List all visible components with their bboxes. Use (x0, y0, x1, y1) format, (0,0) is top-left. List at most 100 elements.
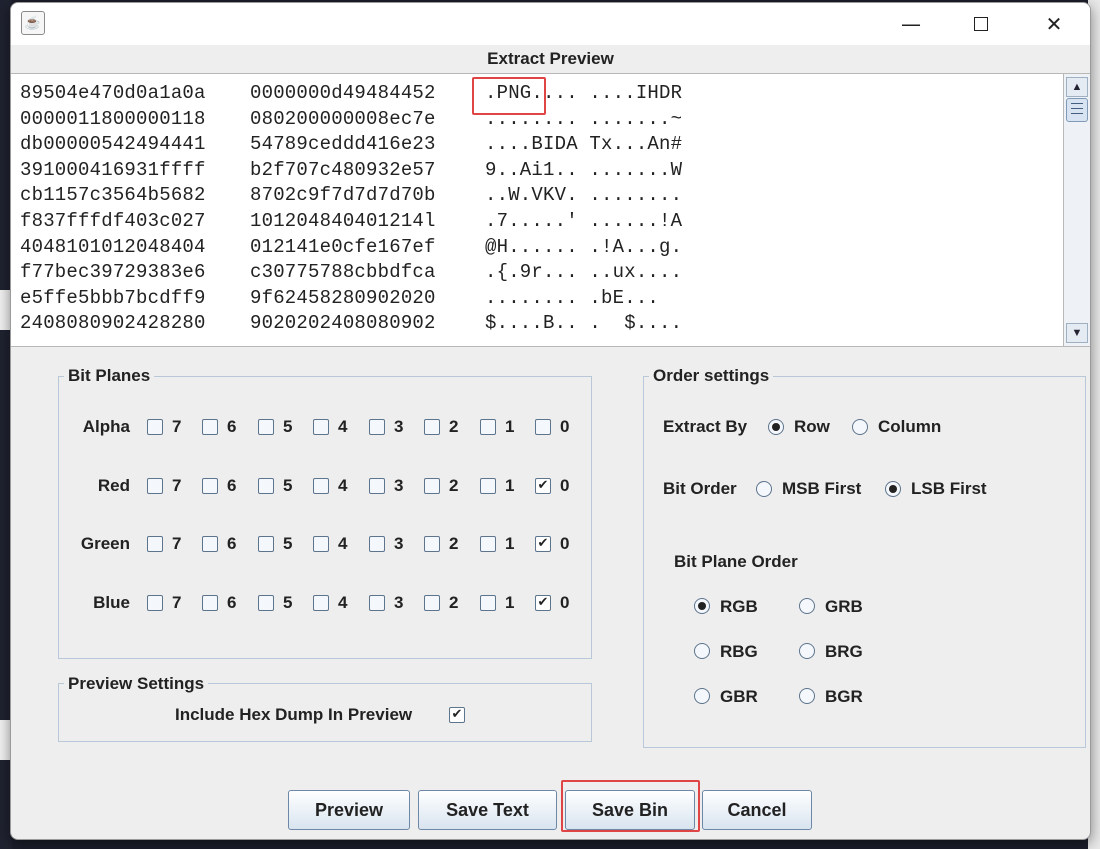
bit-plane-checkbox[interactable] (369, 595, 385, 611)
plane-order-bgr-label: BGR (825, 687, 863, 706)
include-hex-dump-label: Include Hex Dump In Preview (175, 705, 413, 724)
bit-number-label: 2 (449, 534, 459, 553)
ascii-text: .PNG.... ....IHDR (485, 82, 683, 104)
bit-number-label: 1 (505, 417, 515, 436)
checkmark-icon: ✔ (451, 707, 463, 722)
bit-plane-checkbox[interactable] (147, 536, 163, 552)
bit-plane-checkbox[interactable] (202, 536, 218, 552)
plane-order-brg-radio[interactable] (799, 643, 815, 659)
extract-preview-area[interactable]: 89504e470d0a1a0a 0000000d49484452 .PNG....… (11, 73, 1063, 347)
hex-line: cb1157c3564b5682 8702c9f7d7d7d70b ..W.VKV.… (20, 184, 682, 206)
ascii-text: @H...... .!A...g. (485, 235, 683, 258)
extract-by-row-radio[interactable] (768, 419, 784, 435)
preview-scrollbar[interactable]: ▲ ▼ (1063, 73, 1090, 347)
plane-order-grb-radio[interactable] (799, 598, 815, 614)
bit-plane-checkbox[interactable] (202, 478, 218, 494)
title-bar: ☕ — ✕ (11, 3, 1090, 45)
hex-bytes-2: 9f62458280902020 (250, 286, 436, 309)
close-button[interactable]: ✕ (1031, 3, 1077, 45)
ascii-text: 9..Ai1.. .......W (485, 158, 683, 181)
bit-plane-checkbox[interactable] (480, 595, 496, 611)
bit-plane-row-label: Green (80, 534, 130, 553)
bit-number-label: 2 (449, 476, 459, 495)
include-hex-dump-checkbox[interactable]: ✔ (449, 707, 465, 723)
bit-plane-checkbox[interactable]: ✔ (535, 595, 551, 611)
bit-plane-checkbox[interactable] (535, 419, 551, 435)
bit-number-label: 0 (560, 534, 570, 553)
plane-order-gbr-radio[interactable] (694, 688, 710, 704)
bit-plane-checkbox[interactable] (147, 419, 163, 435)
minimize-icon: — (901, 12, 921, 36)
hex-line: 89504e470d0a1a0a 0000000d49484452 .PNG....… (20, 82, 682, 104)
bit-plane-checkbox[interactable] (147, 478, 163, 494)
plane-order-rgb-radio[interactable] (694, 598, 710, 614)
bit-plane-checkbox[interactable] (369, 536, 385, 552)
bit-plane-row-label: Red (97, 476, 130, 495)
bit-order-msb-radio[interactable] (756, 481, 772, 497)
plane-order-bgr-radio[interactable] (799, 688, 815, 704)
hex-bytes-1: 4048101012048404 (20, 235, 206, 258)
bit-number-label: 7 (172, 476, 182, 495)
bit-plane-checkbox[interactable] (424, 478, 440, 494)
save-bin-highlight (561, 780, 700, 832)
bit-plane-checkbox[interactable] (480, 478, 496, 494)
bit-plane-checkbox[interactable]: ✔ (535, 536, 551, 552)
bit-order-lsb-radio[interactable] (885, 481, 901, 497)
bit-number-label: 5 (283, 476, 293, 495)
plane-order-rbg-label: RBG (720, 642, 758, 661)
hex-bytes-1: 2408080902428280 (20, 312, 206, 335)
bit-number-label: 7 (172, 417, 182, 436)
bit-plane-checkbox[interactable] (424, 536, 440, 552)
bit-number-label: 1 (505, 534, 515, 553)
bit-plane-checkbox[interactable] (313, 536, 329, 552)
bit-plane-checkbox[interactable] (258, 595, 274, 611)
preview-button[interactable]: Preview (288, 790, 410, 830)
bit-plane-checkbox[interactable] (202, 419, 218, 435)
plane-order-gbr-label: GBR (720, 687, 758, 706)
hex-bytes-1: f77bec39729383e6 (20, 261, 206, 284)
bit-plane-checkbox[interactable] (424, 419, 440, 435)
cancel-button[interactable]: Cancel (702, 790, 812, 830)
bit-plane-checkbox[interactable] (424, 595, 440, 611)
bit-plane-checkbox[interactable] (369, 478, 385, 494)
maximize-button[interactable] (958, 3, 1004, 45)
bit-plane-checkbox[interactable] (313, 419, 329, 435)
plane-order-rbg-radio[interactable] (694, 643, 710, 659)
scroll-up-arrow-icon[interactable]: ▲ (1066, 77, 1088, 97)
extract-by-label: Extract By (663, 417, 748, 436)
extract-by-column-radio[interactable] (852, 419, 868, 435)
checkmark-icon: ✔ (537, 478, 549, 493)
bit-number-label: 3 (394, 593, 404, 612)
bit-plane-checkbox[interactable] (369, 419, 385, 435)
bit-plane-order-label: Bit Plane Order (674, 552, 798, 571)
bit-plane-checkbox[interactable] (258, 536, 274, 552)
hex-bytes-1: 391000416931ffff (20, 158, 206, 181)
minimize-button[interactable]: — (888, 3, 934, 45)
bit-plane-checkbox[interactable]: ✔ (535, 478, 551, 494)
bit-number-label: 4 (338, 476, 348, 495)
java-coffee-icon: ☕ (21, 11, 45, 35)
bit-plane-checkbox[interactable] (147, 595, 163, 611)
hex-line: f77bec39729383e6 c30775788cbbdfca .{.9r...… (20, 261, 682, 284)
hex-bytes-1: 89504e470d0a1a0a (20, 82, 206, 104)
dialog-title: Extract Preview (487, 49, 614, 68)
bit-plane-checkbox[interactable] (258, 478, 274, 494)
hex-line: db00000542494441 54789ceddd416e23 ....BIDA… (20, 133, 682, 155)
plane-order-rgb-label: RGB (720, 597, 758, 616)
scroll-down-arrow-icon[interactable]: ▼ (1066, 323, 1088, 343)
bit-plane-checkbox[interactable] (202, 595, 218, 611)
ascii-text: ........ .......~ (485, 107, 683, 130)
scroll-thumb[interactable] (1066, 98, 1088, 122)
hex-bytes-1: 0000011800000118 (20, 107, 206, 130)
extract-by-row-label: Row (794, 417, 830, 436)
extract-preview-dialog: ☕ — ✕ Extract Preview 89504e470d0a1a0a 00… (10, 2, 1091, 840)
bit-plane-checkbox[interactable] (313, 478, 329, 494)
preview-settings-title: Preview Settings (64, 674, 209, 694)
ascii-text: ..W.VKV. ........ (485, 184, 683, 207)
bit-plane-checkbox[interactable] (313, 595, 329, 611)
save-text-button[interactable]: Save Text (418, 790, 557, 830)
bit-number-label: 3 (394, 534, 404, 553)
bit-plane-checkbox[interactable] (258, 419, 274, 435)
bit-plane-checkbox[interactable] (480, 536, 496, 552)
bit-plane-checkbox[interactable] (480, 419, 496, 435)
